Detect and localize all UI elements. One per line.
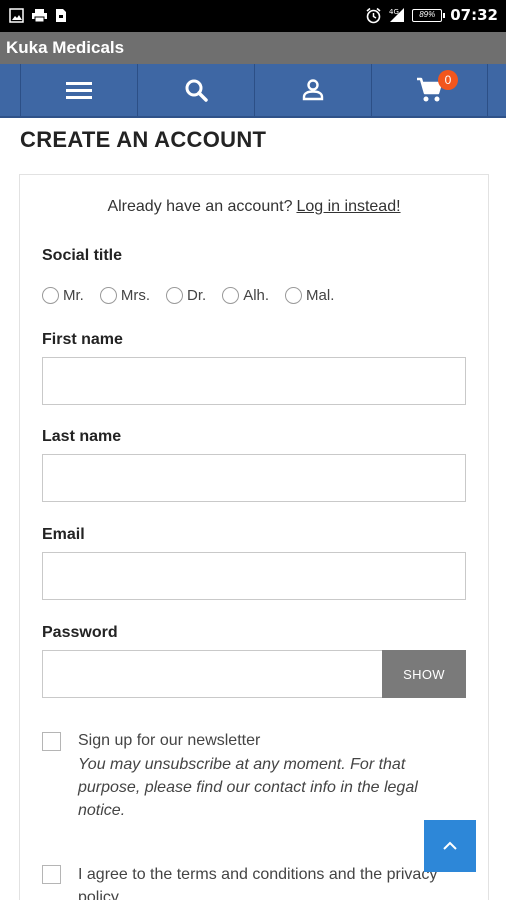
- image-icon: [9, 8, 24, 23]
- radio-label: Alh.: [243, 287, 270, 304]
- nav-bar: 0: [0, 64, 506, 118]
- account-icon: [302, 79, 324, 101]
- last-name-label: Last name: [42, 428, 122, 445]
- system-icons: 4G 89% 07:32: [365, 6, 498, 24]
- radio-circle[interactable]: [166, 287, 184, 304]
- radio-label: Dr.: [187, 287, 207, 304]
- battery-icon: 89%: [412, 8, 446, 22]
- app-title-bar: Kuka Medicals: [0, 32, 506, 64]
- notification-icons: [9, 8, 67, 23]
- menu-button[interactable]: [20, 64, 137, 116]
- first-name-label: First name: [42, 331, 123, 348]
- printer-icon: [32, 9, 47, 23]
- terms-checkbox[interactable]: [42, 865, 61, 884]
- newsletter-note: You may unsubscribe at any moment. For t…: [78, 756, 418, 819]
- radio-mrs[interactable]: Mrs.: [99, 287, 151, 304]
- search-icon: [185, 79, 208, 102]
- registration-form: Already have an account? Log in instead! …: [19, 174, 489, 900]
- menu-icon: [66, 82, 92, 99]
- scroll-to-top-button[interactable]: [424, 820, 476, 872]
- radio-label: Mal.: [306, 287, 335, 304]
- radio-mr[interactable]: Mr.: [42, 287, 84, 304]
- svg-text:4G: 4G: [389, 8, 399, 16]
- radio-circle[interactable]: [99, 287, 117, 304]
- app-title: Kuka Medicals: [6, 38, 125, 57]
- show-password-button[interactable]: SHOW: [382, 650, 466, 698]
- first-name-field[interactable]: [42, 357, 466, 405]
- radio-mal[interactable]: Mal.: [285, 287, 334, 304]
- social-title-label: Social title: [42, 247, 123, 264]
- alarm-icon: [366, 7, 381, 23]
- radio-alh[interactable]: Alh.: [222, 287, 269, 304]
- radio-dr[interactable]: Dr.: [166, 287, 206, 304]
- cart-button[interactable]: 0: [371, 64, 488, 116]
- radio-circle[interactable]: [222, 287, 240, 304]
- password-field[interactable]: [42, 650, 382, 698]
- radio-label: Mr.: [63, 287, 84, 304]
- signal-icon: 4G: [389, 8, 405, 22]
- password-label: Password: [42, 624, 118, 641]
- radio-label: Mrs.: [120, 287, 151, 304]
- login-link[interactable]: Log in instead!: [296, 198, 400, 215]
- email-field[interactable]: [42, 552, 466, 600]
- newsletter-checkbox[interactable]: [42, 732, 61, 751]
- search-button[interactable]: [137, 64, 254, 116]
- radio-circle[interactable]: [42, 287, 59, 304]
- status-bar: 4G 89% 07:32: [0, 0, 506, 32]
- login-prompt: Already have an account? Log in instead!: [20, 198, 488, 216]
- email-label: Email: [42, 526, 85, 543]
- already-text: Already have an account?: [107, 198, 293, 215]
- radio-circle[interactable]: [285, 287, 303, 304]
- last-name-field[interactable]: [42, 454, 466, 502]
- cart-count-badge: 0: [438, 70, 458, 90]
- terms-label: I agree to the terms and conditions and …: [78, 866, 438, 900]
- newsletter-label: Sign up for our newsletter: [78, 732, 261, 749]
- page-title: CREATE AN ACCOUNT: [20, 127, 267, 152]
- chevron-up-icon: [443, 841, 457, 850]
- account-button[interactable]: [254, 64, 371, 116]
- clock: 07:32: [450, 6, 498, 24]
- sd-card-icon: [56, 9, 66, 22]
- social-title-group: Mr. Mrs. Dr. Alh. Mal.: [42, 287, 342, 304]
